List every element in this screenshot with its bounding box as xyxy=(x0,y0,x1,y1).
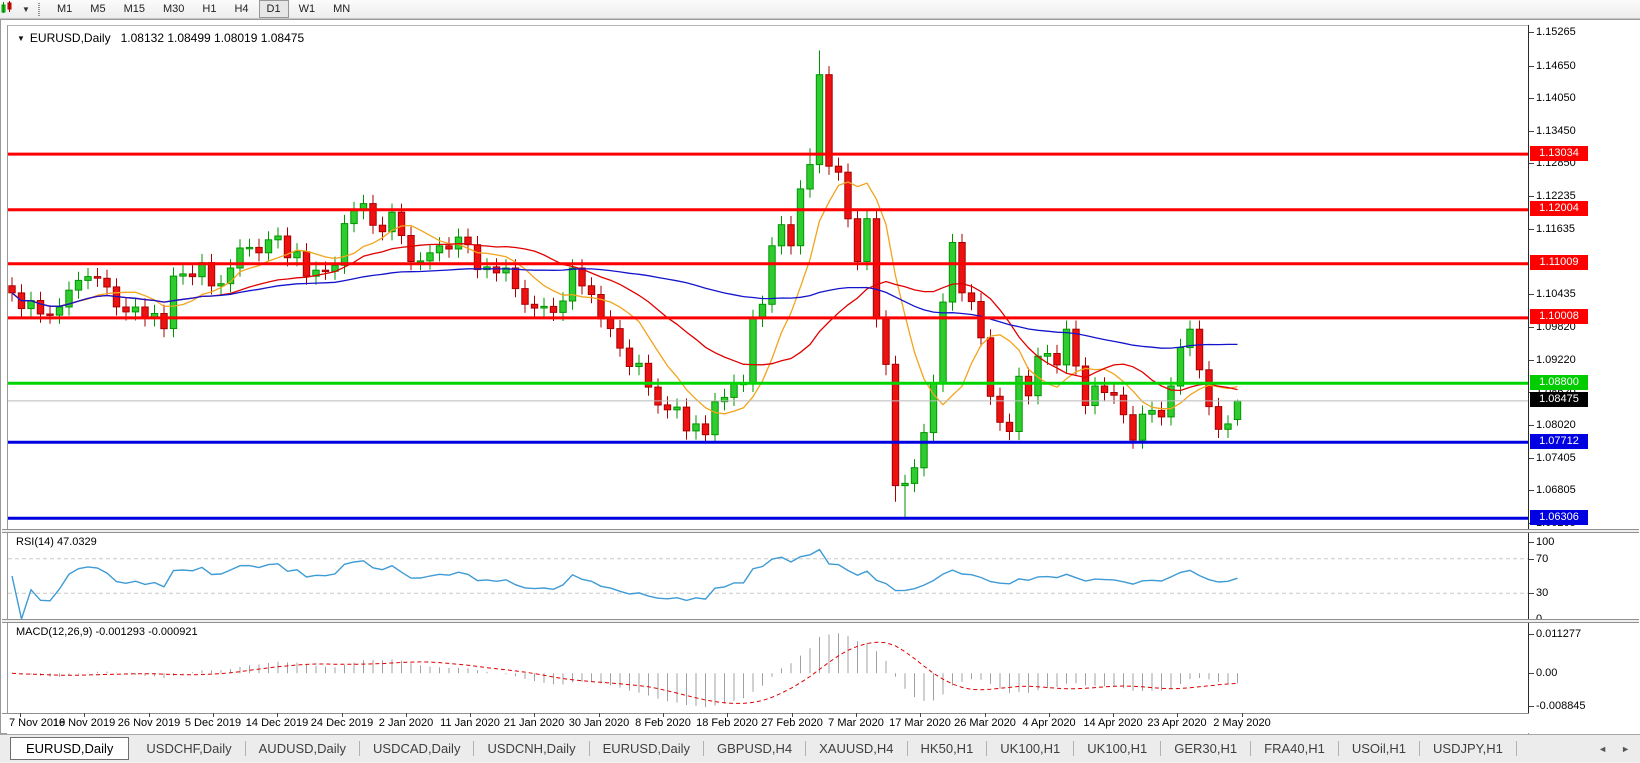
chart-cursor-icon-glyph xyxy=(0,0,16,14)
macd-axis-label: 0.011277 xyxy=(1536,627,1581,641)
date-axis-label: 27 Feb 2020 xyxy=(761,717,823,729)
date-axis-label: 14 Dec 2019 xyxy=(246,717,308,729)
pane-separator[interactable] xyxy=(2,529,1639,533)
macd-axis-label: 0.00 xyxy=(1536,666,1557,680)
date-axis-label: 17 Mar 2020 xyxy=(889,717,951,729)
timeframe-button-m5[interactable]: M5 xyxy=(82,0,113,18)
chart-title-ohlc: 1.08132 1.08499 1.08019 1.08475 xyxy=(121,31,305,45)
price-axis-tick: 1.07405 xyxy=(1536,451,1576,465)
toolbar-grip xyxy=(38,3,40,16)
rsi-axis-label: 30 xyxy=(1536,586,1548,600)
price-level-badge: 1.06306 xyxy=(1530,510,1588,525)
tab-eurusd-daily[interactable]: EURUSD,Daily xyxy=(590,737,703,760)
tabs-scroll-left-icon[interactable]: ◄ xyxy=(1598,744,1607,754)
date-axis-label: 7 Mar 2020 xyxy=(828,717,884,729)
price-axis-tick: 1.06805 xyxy=(1536,483,1576,497)
tab-usdjpy-h1[interactable]: USDJPY,H1 xyxy=(1420,737,1516,760)
timeframe-buttons: M1M5M15M30H1H4D1W1MN xyxy=(48,0,359,19)
price-chart-canvas[interactable] xyxy=(8,26,1528,530)
price-axis-tick: 1.14650 xyxy=(1536,59,1576,73)
chart-tabs: EURUSD,DailyUSDCHF,DailyAUDUSD,DailyUSDC… xyxy=(10,735,1517,763)
chart-title-symbol: EURUSD,Daily xyxy=(30,31,111,45)
timeframe-button-h4[interactable]: H4 xyxy=(226,0,256,18)
price-level-badge: 1.08475 xyxy=(1530,392,1588,407)
price-level-badge: 1.12004 xyxy=(1530,201,1588,216)
timeframe-button-m15[interactable]: M15 xyxy=(116,0,153,18)
timeframe-button-d1[interactable]: D1 xyxy=(259,0,289,18)
tab-hk50-h1[interactable]: HK50,H1 xyxy=(908,737,987,760)
date-axis-label: 14 Apr 2020 xyxy=(1083,717,1142,729)
price-level-badge: 1.07712 xyxy=(1530,434,1588,449)
macd-pane[interactable]: MACD(12,26,9) -0.001293 -0.000921 xyxy=(7,623,1528,713)
timeframe-button-m30[interactable]: M30 xyxy=(155,0,192,18)
rsi-axis-label: 70 xyxy=(1536,552,1548,566)
tab-audusd-daily[interactable]: AUDUSD,Daily xyxy=(246,737,359,760)
tab-separator xyxy=(1516,741,1517,756)
rsi-label: RSI(14) 47.0329 xyxy=(16,536,97,548)
date-axis-label: 2 May 2020 xyxy=(1213,717,1270,729)
timeframe-button-h1[interactable]: H1 xyxy=(194,0,224,18)
price-level-badge: 1.13034 xyxy=(1530,146,1588,161)
date-axis-label: 23 Apr 2020 xyxy=(1147,717,1206,729)
tab-uk100-h1[interactable]: UK100,H1 xyxy=(987,737,1073,760)
price-axis-separator xyxy=(1528,25,1529,713)
timeframe-button-w1[interactable]: W1 xyxy=(291,0,324,18)
date-axis-label: 26 Mar 2020 xyxy=(954,717,1016,729)
tab-usdcad-daily[interactable]: USDCAD,Daily xyxy=(360,737,473,760)
price-pane[interactable]: ▼ EURUSD,Daily 1.08132 1.08499 1.08019 1.0… xyxy=(7,25,1528,529)
tab-uk100-h1[interactable]: UK100,H1 xyxy=(1074,737,1160,760)
price-level-badge: 1.10008 xyxy=(1530,309,1588,324)
tab-gbpusd-h4[interactable]: GBPUSD,H4 xyxy=(704,737,805,760)
tab-scroll-arrows: ◄ ► xyxy=(1598,735,1630,763)
macd-chart-canvas[interactable] xyxy=(8,623,1528,713)
top-toolbar: ▼ M1M5M15M30H1H4D1W1MN xyxy=(0,0,1640,19)
macd-label: MACD(12,26,9) -0.001293 -0.000921 xyxy=(16,626,198,638)
date-axis-label: 26 Nov 2019 xyxy=(118,717,180,729)
chart-tab-bar: EURUSD,DailyUSDCHF,DailyAUDUSD,DailyUSDC… xyxy=(0,734,1640,762)
date-axis-label: 8 Feb 2020 xyxy=(635,717,691,729)
date-axis-label: 4 Apr 2020 xyxy=(1022,717,1075,729)
chart-title: ▼ EURUSD,Daily 1.08132 1.08499 1.08019 1.0… xyxy=(17,31,304,45)
date-axis-label: 30 Jan 2020 xyxy=(569,717,630,729)
price-level-badge: 1.11009 xyxy=(1530,255,1588,270)
tab-xauusd-h4[interactable]: XAUUSD,H4 xyxy=(806,737,906,760)
price-axis-tick: 1.13450 xyxy=(1536,124,1576,138)
macd-axis-label: -0.008845 xyxy=(1536,699,1586,713)
tabs-scroll-right-icon[interactable]: ► xyxy=(1621,744,1630,754)
date-axis-label: 18 Feb 2020 xyxy=(696,717,758,729)
tab-usdchf-daily[interactable]: USDCHF,Daily xyxy=(133,737,244,760)
timeframe-button-m1[interactable]: M1 xyxy=(49,0,80,18)
date-axis-label: 2 Jan 2020 xyxy=(379,717,433,729)
rsi-chart-canvas[interactable] xyxy=(8,533,1528,619)
tab-usdcnh-daily[interactable]: USDCNH,Daily xyxy=(474,737,588,760)
timeframe-button-mn[interactable]: MN xyxy=(325,0,358,18)
symbol-dropdown-icon[interactable]: ▼ xyxy=(17,34,25,43)
price-axis-tick: 1.11635 xyxy=(1536,222,1575,236)
price-axis-tick: 1.15265 xyxy=(1536,25,1576,39)
date-axis-label: 16 Nov 2019 xyxy=(53,717,115,729)
pane-separator[interactable] xyxy=(2,619,1639,623)
chart-window: ▼ EURUSD,Daily 1.08132 1.08499 1.08019 1.0… xyxy=(0,19,1640,734)
date-axis-label: 24 Dec 2019 xyxy=(311,717,373,729)
date-axis[interactable]: 7 Nov 201916 Nov 201926 Nov 20195 Dec 20… xyxy=(7,714,1528,734)
tab-usoil-h1[interactable]: USOil,H1 xyxy=(1339,737,1419,760)
tab-ger30-h1[interactable]: GER30,H1 xyxy=(1161,737,1250,760)
date-axis-label: 5 Dec 2019 xyxy=(185,717,241,729)
price-level-badge: 1.08800 xyxy=(1530,375,1588,390)
price-axis[interactable]: 1.13034 1.12004 1.11009 1.10008 1.08800 1.084… xyxy=(1529,20,1640,734)
rsi-pane[interactable]: RSI(14) 47.0329 xyxy=(7,533,1528,619)
price-axis-tick: 1.08020 xyxy=(1536,418,1576,432)
price-axis-tick: 1.14050 xyxy=(1536,91,1576,105)
date-axis-label: 21 Jan 2020 xyxy=(504,717,565,729)
rsi-axis-label: 100 xyxy=(1536,535,1554,549)
chart-type-dropdown-caret-icon[interactable]: ▼ xyxy=(20,5,32,14)
price-axis-tick: 1.10435 xyxy=(1536,287,1576,301)
chart-cursor-icon[interactable] xyxy=(0,1,20,18)
tab-eurusd-daily[interactable]: EURUSD,Daily xyxy=(10,737,129,760)
date-axis-label: 11 Jan 2020 xyxy=(440,717,500,729)
price-axis-tick: 1.09220 xyxy=(1536,353,1576,367)
tab-fra40-h1[interactable]: FRA40,H1 xyxy=(1251,737,1338,760)
